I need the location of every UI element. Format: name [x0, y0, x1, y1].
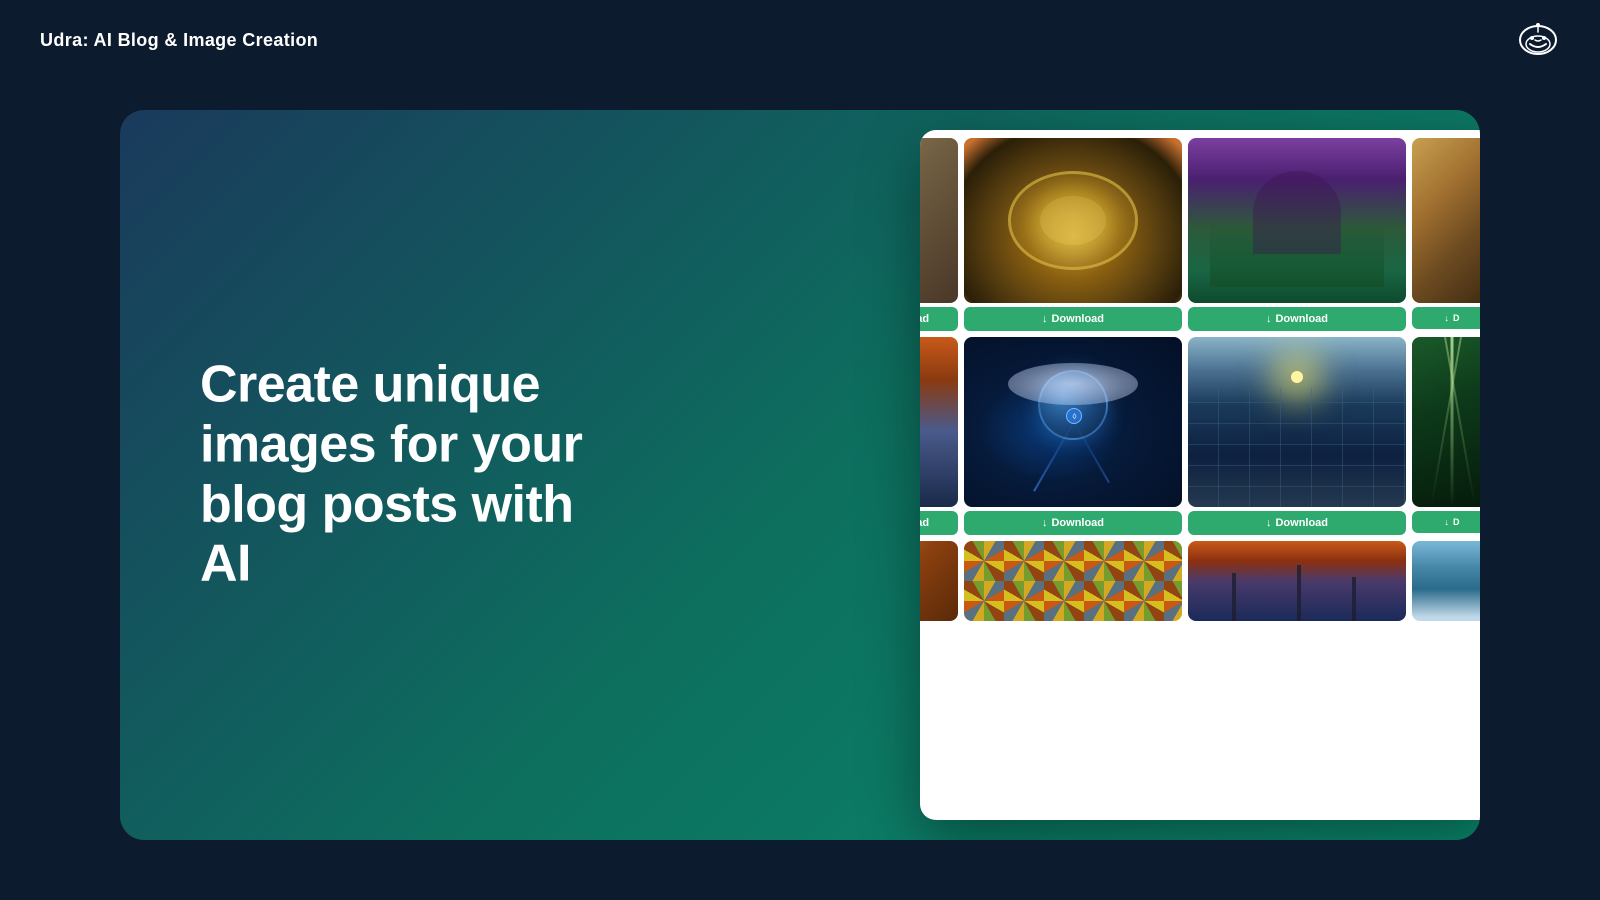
gallery-cell-3-3: [1188, 541, 1406, 621]
gallery-cell-2-4: ↓ D: [1412, 337, 1480, 535]
download-button-1-4[interactable]: ↓ D: [1412, 307, 1480, 329]
image-desert: [1412, 138, 1480, 303]
download-button-1-1[interactable]: ↓ load: [920, 307, 958, 331]
image-bed: [920, 138, 958, 303]
gallery-cell-1-3: ↓ Download: [1188, 138, 1406, 331]
hero-section: Create unique images for your blog posts…: [200, 355, 620, 594]
download-label-2-2: Download: [1051, 517, 1104, 529]
gallery-cell-3-2: [964, 541, 1182, 621]
gallery-cell-1-1: ↓ load: [920, 138, 958, 331]
image-landscape: [1188, 138, 1406, 303]
gallery-cell-3-4: [1412, 541, 1480, 621]
download-icon-2-3: ↓: [1266, 517, 1272, 529]
gallery-row-3: [920, 541, 1480, 621]
top-bar: Udra: AI Blog & Image Creation: [0, 0, 1600, 80]
gallery-cell-1-2: ↓ Download: [964, 138, 1182, 331]
download-button-1-2[interactable]: ↓ Download: [964, 307, 1182, 331]
download-button-1-3[interactable]: ↓ Download: [1188, 307, 1406, 331]
download-label-1-3: Download: [1275, 313, 1328, 325]
image-jewelry: [964, 138, 1182, 303]
gallery-row-2: ↓ load ◊: [920, 337, 1480, 535]
download-icon-1-3: ↓: [1266, 313, 1272, 325]
logo-icon: [1516, 18, 1560, 62]
download-button-2-3[interactable]: ↓ Download: [1188, 511, 1406, 535]
download-label-1-2: Download: [1051, 313, 1104, 325]
download-icon-1-2: ↓: [1042, 313, 1048, 325]
gallery-cell-1-4: ↓ D: [1412, 138, 1480, 331]
download-icon-1-4: ↓: [1445, 313, 1450, 323]
image-blue-sky: [1412, 541, 1480, 621]
image-earth-cloud: ◊: [964, 337, 1182, 507]
gallery-cell-2-1: ↓ load: [920, 337, 958, 535]
gallery-row-1: ↓ load ↓ Download: [920, 138, 1480, 331]
download-button-2-1[interactable]: ↓ load: [920, 511, 958, 535]
image-sunset-mountain: [920, 337, 958, 507]
hero-heading: Create unique images for your blog posts…: [200, 355, 620, 594]
gallery-cell-3-1: [920, 541, 958, 621]
download-button-2-4[interactable]: ↓ D: [1412, 511, 1480, 533]
download-icon-2-2: ↓: [1042, 517, 1048, 529]
download-label-1-1: load: [920, 313, 929, 325]
gallery-cell-2-3: ↓ Download: [1188, 337, 1406, 535]
gallery-mockup: ↓ load ↓ Download: [920, 130, 1480, 820]
download-label-2-1: load: [920, 517, 929, 529]
download-button-2-2[interactable]: ↓ Download: [964, 511, 1182, 535]
image-mosaic: [964, 541, 1182, 621]
download-label-1-4: D: [1453, 313, 1460, 323]
download-label-2-4: D: [1453, 517, 1460, 527]
download-icon-2-4: ↓: [1445, 517, 1450, 527]
image-windmill: [1188, 541, 1406, 621]
image-solar: [1188, 337, 1406, 507]
image-forest-rays: [1412, 337, 1480, 507]
image-extra1: [920, 541, 958, 621]
gallery-inner: ↓ load ↓ Download: [920, 130, 1480, 820]
gallery-cell-2-2: ◊ ↓ Download: [964, 337, 1182, 535]
main-card: Create unique images for your blog posts…: [120, 110, 1480, 840]
app-title: Udra: AI Blog & Image Creation: [40, 30, 318, 51]
download-label-2-3: Download: [1275, 517, 1328, 529]
